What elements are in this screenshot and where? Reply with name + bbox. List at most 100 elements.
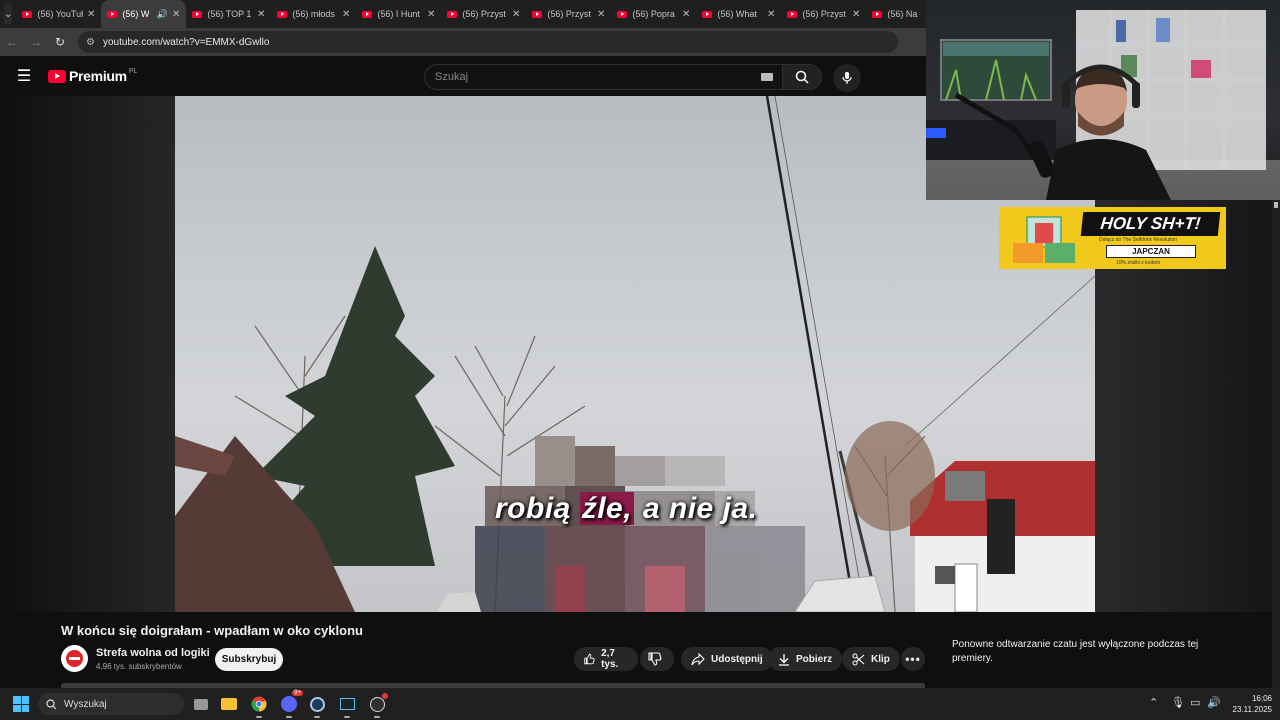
close-tab-icon[interactable]: ✕ (767, 9, 775, 20)
subtitle-part-2: a nie ja. (634, 492, 758, 525)
steam-icon[interactable] (306, 693, 328, 718)
tab-audio-icon[interactable]: 🔊 (157, 9, 168, 20)
video-subtitle: robią źle, a nie ja. (495, 492, 757, 526)
close-tab-icon[interactable]: ✕ (257, 9, 265, 20)
volume-icon[interactable]: 🔊 (1207, 696, 1221, 709)
browser-tab[interactable]: (56) Przyst ✕ (526, 0, 611, 28)
tab-label: (56) W (122, 9, 150, 19)
youtube-favicon-icon (277, 10, 288, 18)
browser-tab[interactable]: (56) What ✕ (696, 0, 781, 28)
close-tab-icon[interactable]: ✕ (597, 9, 605, 20)
browser-tab-bar: ⌄ (56) YouTube✕(56) W🔊✕(56) TOP 1✕(56) m… (0, 0, 945, 28)
obs-icon[interactable] (366, 693, 388, 718)
clip-button[interactable]: Klip (842, 647, 900, 671)
browser-tab[interactable]: (56) Przyst ✕ (441, 0, 526, 28)
back-icon[interactable]: ← (0, 35, 24, 49)
channel-name[interactable]: Strefa wolna od logiki (96, 647, 210, 659)
search-input[interactable]: Szukaj (424, 64, 784, 90)
clip-label: Klip (871, 653, 890, 665)
youtube-favicon-icon (872, 10, 883, 18)
ad-banner[interactable]: HOLY SH+T! Dołącz do The Selfdrink Revol… (999, 207, 1226, 269)
close-tab-icon[interactable]: ✕ (427, 9, 435, 20)
youtube-favicon-icon (617, 10, 628, 18)
discord-icon[interactable]: 9+ (278, 690, 303, 718)
browser-tab[interactable]: (56) I Hunt ✕ (356, 0, 441, 28)
tab-label: (56) I Hunt (377, 9, 420, 19)
tab-label: (56) TOP 1 (207, 9, 252, 19)
search-placeholder: Szukaj (435, 71, 469, 83)
download-icon (779, 653, 789, 666)
youtube-favicon-icon (22, 10, 33, 18)
file-explorer-icon[interactable] (218, 693, 240, 715)
like-button[interactable]: 2,7 tys. (574, 647, 638, 671)
share-button[interactable]: Udostępnij (681, 647, 773, 671)
chrome-icon[interactable] (248, 693, 270, 718)
ad-subline: Dołącz do The Selfdrink Revolution (1099, 237, 1178, 243)
chat-replay-note: Ponowne odtwarzanie czatu jest wyłączone… (952, 639, 1199, 664)
taskbar-search[interactable]: Wyszukaj (38, 693, 185, 715)
tab-search-menu-button[interactable]: ⌄ (4, 3, 13, 25)
windows-start-icon[interactable] (13, 696, 29, 712)
browser-tab[interactable]: (56) Przyst ✕ (781, 0, 866, 28)
close-tab-icon[interactable]: ✕ (682, 9, 690, 20)
youtube-favicon-icon (192, 10, 203, 18)
site-info-icon[interactable]: ⚙ (86, 37, 95, 48)
video-title: W końcu się doigrałam - wpadłam w oko cy… (61, 623, 363, 638)
tab-label: (56) Popra (632, 9, 675, 19)
channel-avatar[interactable] (61, 645, 88, 672)
thumbs-down-icon (648, 652, 662, 666)
taskbar-search-placeholder: Wyszukaj (64, 698, 107, 710)
search-icon (795, 70, 809, 84)
microphone-tray-icon[interactable]: 🎙 (1171, 696, 1185, 709)
theater-ambient-left (0, 96, 175, 612)
taskbar-clock[interactable]: 16:06 23.11.2025 (1226, 693, 1272, 715)
app-window-icon[interactable] (336, 693, 358, 718)
youtube-favicon-icon (362, 10, 373, 18)
browser-tab[interactable]: (56) YouTube ✕ (16, 0, 101, 28)
browser-tab[interactable]: (56) młods ✕ (271, 0, 356, 28)
close-tab-icon[interactable]: ✕ (87, 9, 95, 20)
close-tab-icon[interactable]: ✕ (342, 9, 350, 20)
share-label: Udostępnij (711, 653, 763, 665)
youtube-favicon-icon (702, 10, 713, 18)
youtube-favicon-icon (787, 10, 798, 18)
discord-badge: 9+ (292, 690, 303, 696)
keyboard-icon[interactable] (761, 73, 773, 81)
youtube-favicon-icon (447, 10, 458, 18)
voice-search-button[interactable] (833, 64, 861, 92)
subscribe-button[interactable]: Subskrybuj (215, 648, 283, 671)
tab-label: (56) YouTube (37, 9, 83, 19)
close-tab-icon[interactable]: ✕ (172, 9, 180, 20)
tab-label: (56) młods (292, 9, 335, 19)
menu-icon[interactable]: ☰ (0, 66, 48, 86)
scrollbar-arrow-up[interactable] (1274, 202, 1278, 208)
close-tab-icon[interactable]: ✕ (852, 9, 860, 20)
reload-icon[interactable]: ↻ (48, 35, 72, 49)
youtube-favicon-icon (107, 10, 118, 18)
more-icon: ••• (905, 652, 921, 666)
microphone-icon (842, 72, 852, 84)
share-icon (691, 652, 705, 665)
download-button[interactable]: Pobierz (768, 647, 843, 671)
browser-tab[interactable]: (56) W 🔊 ✕ (101, 0, 187, 28)
task-view-icon[interactable] (190, 693, 212, 715)
scissors-icon (852, 653, 865, 665)
dislike-button[interactable] (640, 647, 674, 671)
youtube-favicon-icon (532, 10, 543, 18)
forward-icon[interactable]: → (24, 35, 48, 49)
url-field[interactable]: ⚙ youtube.com/watch?v=EMMX-dGwllo (78, 31, 898, 53)
streamer-webcam (926, 0, 1280, 200)
page-scrollbar[interactable] (1272, 200, 1280, 688)
show-hidden-icons-chevron-icon[interactable]: ⌃ (1149, 696, 1158, 709)
search-button[interactable] (782, 64, 822, 90)
close-tab-icon[interactable]: ✕ (512, 9, 520, 20)
browser-tab[interactable]: (56) Popra ✕ (611, 0, 696, 28)
download-label: Pobierz (796, 653, 833, 665)
network-icon[interactable]: ▭ (1190, 696, 1200, 709)
browser-tab[interactable]: (56) TOP 1 ✕ (186, 0, 271, 28)
search-icon (46, 698, 57, 709)
windows-taskbar: Wyszukaj 9+ ⌃ 🎙 ▭ 🔊 16:06 23.11.2025 (0, 688, 1280, 720)
more-actions-button[interactable]: ••• (901, 647, 925, 671)
youtube-logo[interactable]: Premium PL (48, 68, 137, 84)
youtube-play-icon (48, 69, 66, 83)
